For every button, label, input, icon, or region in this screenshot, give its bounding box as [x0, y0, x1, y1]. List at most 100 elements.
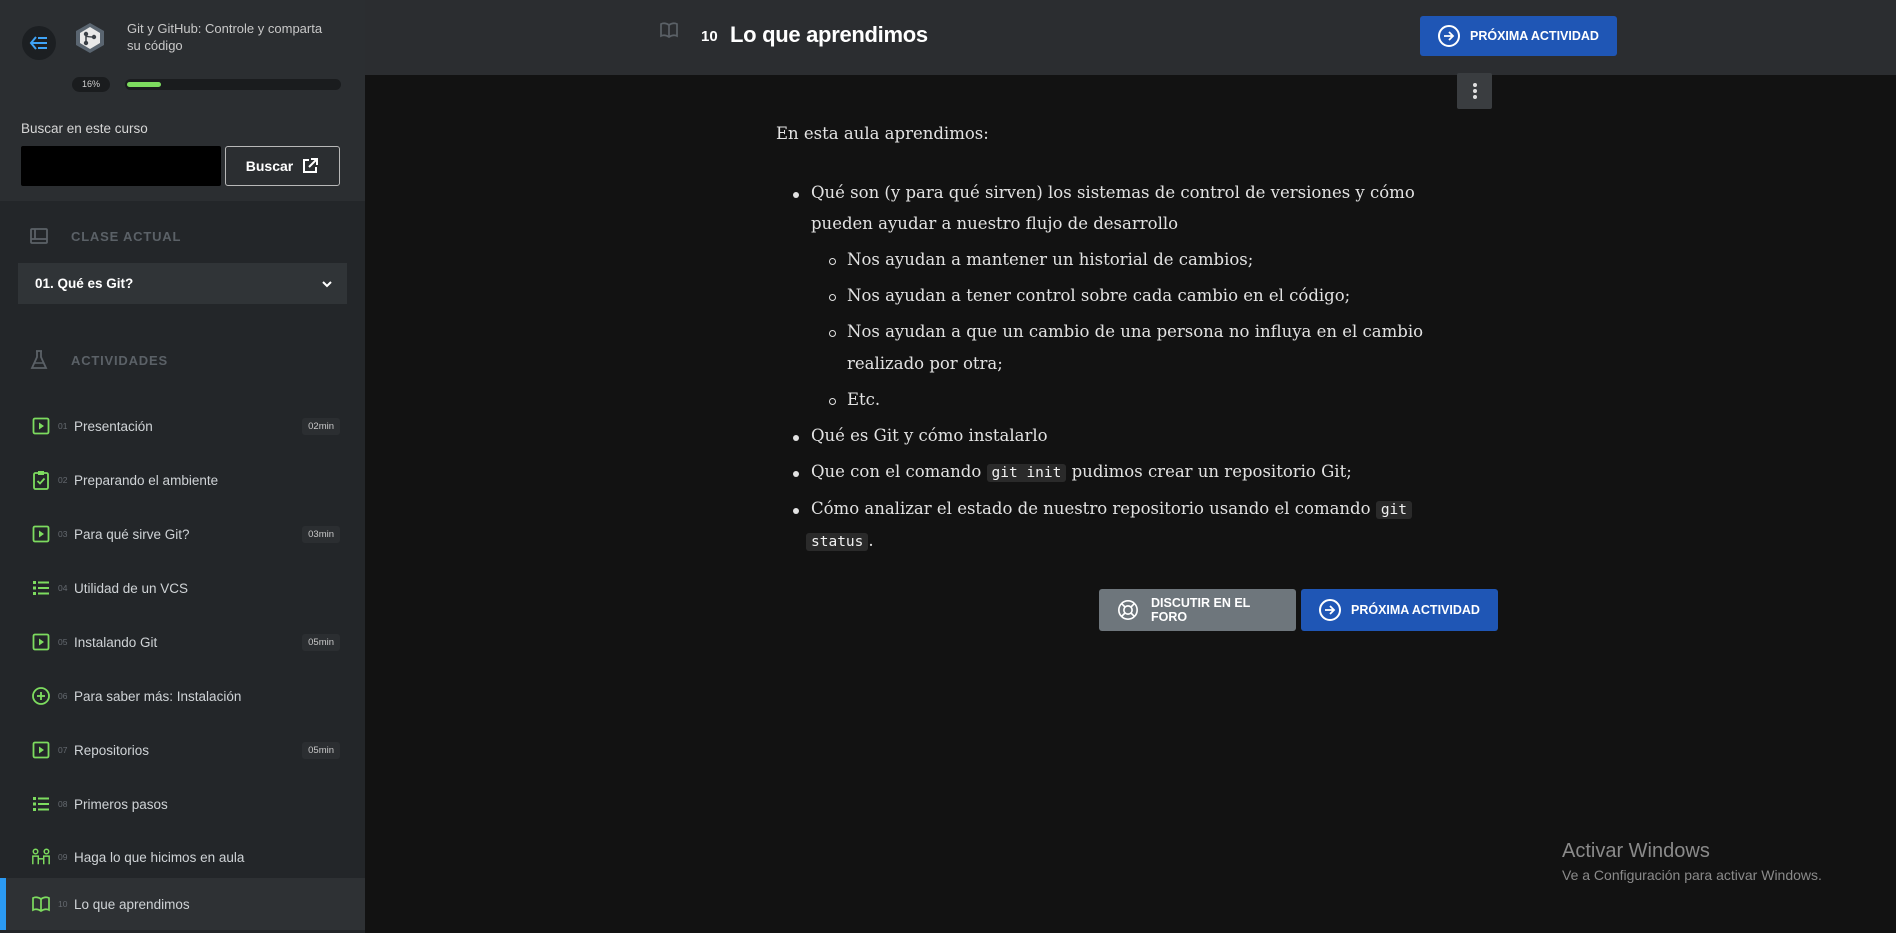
bullet	[793, 508, 799, 514]
next-activity-label: PRÓXIMA ACTIVIDAD	[1470, 29, 1599, 43]
activity-item[interactable]: 03 Para qué sirve Git? 03min	[0, 508, 365, 560]
activity-item[interactable]: 01 Presentación 02min	[0, 400, 365, 452]
book-icon	[660, 22, 678, 39]
progress-bar-fill	[127, 82, 161, 87]
sub-bullet-text: Nos ayudan a tener control sobre cada ca…	[847, 286, 1351, 305]
sidebar: Git y GitHub: Controle y comparta su cód…	[0, 0, 365, 933]
bullet	[793, 435, 799, 441]
arrow-right-circle-icon	[1438, 25, 1460, 47]
activity-item-active[interactable]: 10 Lo que aprendimos	[0, 878, 365, 930]
current-class-select[interactable]: 01. Qué es Git?	[18, 263, 347, 304]
activity-label: Haga lo que hicimos en aula	[74, 849, 245, 865]
inline-code: git init	[986, 464, 1067, 482]
activity-label: Repositorios	[74, 742, 150, 758]
activity-item[interactable]: 08 Primeros pasos	[0, 778, 365, 830]
activity-item[interactable]: 02 Preparando el ambiente	[0, 454, 365, 506]
course-logo-icon	[76, 23, 104, 53]
flask-icon	[30, 350, 48, 369]
activity-number: 05	[58, 637, 68, 647]
menu-back-icon	[29, 36, 47, 50]
bullet-text: Qué es Git y cómo instalarlo	[811, 426, 1048, 445]
activity-item[interactable]: 04 Utilidad de un VCS	[0, 562, 365, 614]
activity-duration: 03min	[302, 525, 340, 543]
discuss-forum-button[interactable]: DISCUTIR EN EL FORO	[1099, 589, 1296, 631]
video-icon	[31, 416, 51, 436]
top-bar: 10 Lo que aprendimos PRÓXIMA ACTIVIDAD	[365, 0, 1896, 75]
active-indicator	[0, 878, 6, 930]
text-run: Que con el comando	[811, 462, 982, 481]
arrow-right-circle-icon	[1319, 599, 1341, 621]
activity-label: Para saber más: Instalación	[74, 688, 242, 704]
intro-text: En esta aula aprendimos:	[776, 124, 989, 143]
activity-item[interactable]: 06 Para saber más: Instalación	[0, 670, 365, 722]
activity-number: 04	[58, 583, 68, 593]
activity-number: 01	[58, 421, 68, 431]
activities-heading-label: ACTIVIDADES	[71, 352, 168, 368]
bullet	[793, 471, 799, 477]
windows-activation-subtitle: Ve a Configuración para activar Windows.	[1562, 867, 1822, 883]
book-icon	[31, 894, 51, 914]
text-run: pudimos crear un repositorio Git;	[1071, 462, 1352, 481]
inline-code: status	[806, 533, 869, 551]
search-button[interactable]: Buscar	[225, 146, 340, 186]
video-icon	[31, 740, 51, 760]
activity-number: 06	[58, 691, 68, 701]
sub-bullet	[829, 258, 836, 265]
activity-label: Preparando el ambiente	[74, 472, 219, 488]
activity-number: 10	[58, 899, 68, 909]
activity-label: Instalando Git	[74, 634, 158, 650]
text-run: .	[868, 531, 874, 550]
people-icon	[31, 847, 51, 867]
progress-bar	[125, 79, 341, 90]
sub-bullet	[829, 330, 836, 337]
windows-activation-title: Activar Windows	[1562, 840, 1710, 862]
more-options-button[interactable]	[1457, 73, 1492, 109]
bullet-text: Que con el comando git init pudimos crea…	[811, 462, 1352, 482]
activity-item[interactable]: 09 Haga lo que hicimos en aula	[0, 831, 365, 883]
current-class-heading: CLASE ACTUAL	[29, 226, 181, 246]
search-button-label: Buscar	[245, 158, 294, 174]
activity-number: 07	[58, 745, 68, 755]
lifebuoy-icon	[1118, 600, 1138, 620]
activity-duration: 05min	[302, 741, 340, 759]
bullet-text: pueden ayudar a nuestro flujo de desarro…	[811, 214, 1179, 233]
search-input[interactable]	[21, 146, 221, 186]
bullet-text: status.	[806, 531, 874, 551]
search-label: Buscar en este curso	[21, 121, 148, 136]
sub-bullet-text: realizado por otra;	[847, 354, 1003, 373]
activity-label: Presentación	[74, 418, 153, 434]
sidebar-header: Git y GitHub: Controle y comparta su cód…	[0, 0, 365, 201]
back-button[interactable]	[22, 26, 56, 60]
kebab-menu-icon	[1472, 83, 1477, 99]
video-icon	[31, 524, 51, 544]
activity-number: 08	[58, 799, 68, 809]
next-activity-button-bottom[interactable]: PRÓXIMA ACTIVIDAD	[1301, 589, 1498, 631]
discuss-forum-label: DISCUTIR EN EL FORO	[1150, 596, 1251, 624]
external-link-icon	[303, 158, 319, 173]
activity-number: 03	[58, 529, 68, 539]
list-icon	[31, 578, 51, 598]
activity-label: Lo que aprendimos	[74, 896, 190, 912]
plus-circle-icon	[31, 686, 51, 706]
activity-duration: 02min	[302, 417, 340, 435]
text-run: Cómo analizar el estado de nuestro repos…	[811, 499, 1371, 518]
chevron-down-icon	[322, 280, 332, 287]
next-activity-button[interactable]: PRÓXIMA ACTIVIDAD	[1420, 16, 1617, 56]
sub-bullet-text: Etc.	[847, 390, 881, 409]
video-icon	[31, 632, 51, 652]
bullet-text: Qué son (y para qué sirven) los sistemas…	[811, 183, 1415, 202]
activity-number: 02	[58, 475, 68, 485]
activity-duration: 05min	[302, 633, 340, 651]
activity-item[interactable]: 05 Instalando Git 05min	[0, 616, 365, 668]
current-class-label: 01. Qué es Git?	[35, 276, 134, 291]
sub-bullet	[829, 398, 836, 405]
activity-number: 09	[58, 852, 68, 862]
course-title[interactable]: Git y GitHub: Controle y comparta su cód…	[127, 20, 337, 54]
sub-bullet-text: Nos ayudan a mantener un historial de ca…	[847, 250, 1254, 269]
activities-heading: ACTIVIDADES	[29, 349, 168, 371]
next-activity-label: PRÓXIMA ACTIVIDAD	[1351, 603, 1480, 617]
sub-bullet	[829, 294, 836, 301]
activity-number-header: 10	[701, 28, 718, 45]
page-title: Lo que aprendimos	[730, 22, 928, 47]
activity-item[interactable]: 07 Repositorios 05min	[0, 724, 365, 776]
